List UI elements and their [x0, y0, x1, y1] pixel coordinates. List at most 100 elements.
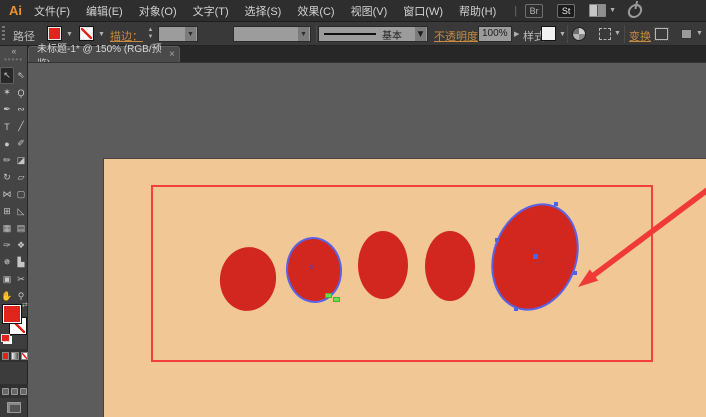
hand-tool[interactable]: ✋ — [0, 288, 14, 305]
anchor-point[interactable] — [573, 271, 577, 275]
brush-definition-select[interactable]: 基本 ▼ — [318, 26, 428, 42]
width-tool[interactable]: ⋈ — [0, 186, 14, 203]
menu-item-6[interactable]: 视图(V) — [351, 3, 388, 19]
opacity-input[interactable]: 100% — [478, 26, 512, 42]
fill-dropdown-icon[interactable]: ▼ — [66, 31, 73, 38]
blend-tool[interactable]: ❖ — [14, 237, 28, 254]
menu-item-8[interactable]: 帮助(H) — [459, 3, 496, 19]
eraser-tool[interactable]: ◪ — [14, 152, 28, 169]
screen-mode-icon[interactable] — [7, 402, 21, 413]
draw-normal-icon[interactable] — [2, 388, 9, 395]
tools-panel: « ••••• ↖⇖✶Ϙ✒∾T╱●✐✏◪↻▱⋈▢⊞◺▦▤✑❖✵▙▣✂✋⚲ ⇄ — [0, 46, 28, 417]
smart-guide-mark — [325, 293, 332, 298]
free-transform-tool[interactable]: ▢ — [14, 186, 28, 203]
menu-item-7[interactable]: 窗口(W) — [403, 3, 443, 19]
magic-wand-tool[interactable]: ✶ — [0, 84, 14, 101]
rotate-tool[interactable]: ↻ — [0, 169, 14, 186]
selection-tool[interactable]: ↖ — [0, 67, 14, 84]
perspective-grid-tool[interactable]: ◺ — [14, 203, 28, 220]
gradient-tool[interactable]: ▤ — [14, 220, 28, 237]
tools-panel-grip[interactable]: ••••• — [4, 55, 23, 64]
document-canvas[interactable]: × — [28, 62, 706, 417]
default-fill-stroke-icon[interactable] — [1, 334, 10, 342]
color-button[interactable] — [2, 352, 9, 360]
draw-behind-icon[interactable] — [11, 388, 18, 395]
menu-item-5[interactable]: 效果(C) — [297, 3, 334, 19]
fill-proxy-swatch[interactable] — [2, 304, 22, 324]
shape-options-icon[interactable] — [681, 29, 692, 39]
red-ellipse-4[interactable] — [425, 231, 475, 301]
stroke-dropdown-icon[interactable]: ▼ — [98, 31, 105, 38]
context-label: 路径 — [13, 28, 35, 44]
none-button[interactable] — [21, 352, 28, 360]
menu-bar: Ai 文件(F) 编辑(E) 对象(O) 文字(T) 选择(S) 效果(C) 视图(V) 窗口… — [0, 0, 706, 22]
swap-fill-stroke-icon[interactable]: ⇄ — [22, 301, 28, 309]
stroke-weight-dropdown-icon[interactable]: ▼ — [185, 27, 196, 41]
tools-grid: ↖⇖✶Ϙ✒∾T╱●✐✏◪↻▱⋈▢⊞◺▦▤✑❖✵▙▣✂✋⚲ — [0, 67, 28, 305]
transform-panel-link[interactable]: 变换 — [629, 28, 651, 44]
draw-inside-icon[interactable] — [20, 388, 27, 395]
style-swatch[interactable] — [541, 26, 556, 41]
artboard-tool[interactable]: ▣ — [0, 271, 14, 288]
pen-tool[interactable]: ✒ — [0, 101, 14, 118]
brush-definition-value: 基本 — [382, 27, 402, 42]
lasso-tool[interactable]: Ϙ — [14, 84, 28, 101]
panel-grip[interactable] — [2, 26, 5, 42]
anchor-center-point[interactable] — [533, 254, 538, 259]
pencil-tool[interactable]: ✏ — [0, 152, 14, 169]
illustrator-logo: Ai — [9, 3, 22, 18]
fill-stroke-controls: ⇄ — [0, 304, 28, 346]
menu-items: 文件(F) 编辑(E) 对象(O) 文字(T) 选择(S) 效果(C) 视图(V) 窗口(W)… — [34, 3, 512, 19]
shape-options-dropdown-icon[interactable]: ▼ — [696, 30, 703, 37]
eyedropper-tool[interactable]: ✑ — [0, 237, 14, 254]
scale-tool[interactable]: ▱ — [14, 169, 28, 186]
menu-item-1[interactable]: 编辑(E) — [86, 3, 123, 19]
blob-brush-tool[interactable]: ∾ — [14, 101, 28, 118]
variable-width-select[interactable]: ▼ — [233, 26, 311, 42]
anchor-point[interactable] — [554, 202, 558, 206]
anchor-point[interactable] — [514, 307, 518, 311]
column-graph-tool[interactable]: ▙ — [14, 254, 28, 271]
menu-item-3[interactable]: 文字(T) — [193, 3, 229, 19]
stroke-weight-select[interactable]: ▼ — [158, 26, 198, 42]
recolor-artwork-icon[interactable] — [572, 27, 586, 41]
paintbrush-tool[interactable]: ✐ — [14, 135, 28, 152]
menu-item-2[interactable]: 对象(O) — [139, 3, 177, 19]
align-icon[interactable] — [599, 28, 611, 40]
red-ellipse-3[interactable] — [358, 231, 408, 299]
slice-tool[interactable]: ✂ — [14, 271, 28, 288]
ellipse-tool[interactable]: ● — [0, 135, 14, 152]
stepper-up-icon[interactable]: ▲ — [146, 27, 155, 34]
shape-builder-tool[interactable]: ⊞ — [0, 203, 14, 220]
direct-selection-tool[interactable]: ⇖ — [14, 67, 28, 84]
smart-guide-mark — [333, 297, 340, 302]
style-dropdown-icon[interactable]: ▼ — [559, 31, 566, 38]
bridge-button[interactable]: Br — [525, 4, 543, 18]
separator — [316, 25, 317, 43]
line-segment-tool[interactable]: ╱ — [14, 118, 28, 135]
tab-close-icon[interactable]: × — [169, 49, 175, 60]
opacity-stepper-icon[interactable]: ▶ — [514, 30, 519, 38]
variable-width-dropdown-icon[interactable]: ▼ — [298, 27, 309, 41]
gradient-button[interactable] — [11, 352, 18, 360]
isolate-selection-icon[interactable] — [655, 28, 668, 40]
stock-button[interactable]: St — [557, 4, 575, 18]
align-dropdown-icon[interactable]: ▼ — [614, 30, 621, 37]
menu-item-0[interactable]: 文件(F) — [34, 3, 70, 19]
separator — [567, 25, 568, 43]
workspace-switcher-icon[interactable] — [589, 4, 606, 17]
menu-item-4[interactable]: 选择(S) — [245, 3, 282, 19]
separator — [624, 25, 625, 43]
document-tab[interactable]: 未标题-1* @ 150% (RGB/预览) × — [28, 46, 180, 62]
workspace-dropdown-icon[interactable]: ▼ — [609, 7, 616, 14]
drawing-modes-row — [0, 384, 28, 398]
type-tool[interactable]: T — [0, 118, 14, 135]
anchor-point[interactable] — [495, 238, 499, 242]
brush-stroke-preview — [324, 33, 376, 35]
cs-live-icon[interactable] — [627, 4, 644, 18]
symbol-sprayer-tool[interactable]: ✵ — [0, 254, 14, 271]
mesh-tool[interactable]: ▦ — [0, 220, 14, 237]
menubar-separator: | — [514, 5, 517, 17]
selection-center-cross: × — [309, 263, 314, 272]
brush-dropdown-icon[interactable]: ▼ — [415, 27, 426, 41]
